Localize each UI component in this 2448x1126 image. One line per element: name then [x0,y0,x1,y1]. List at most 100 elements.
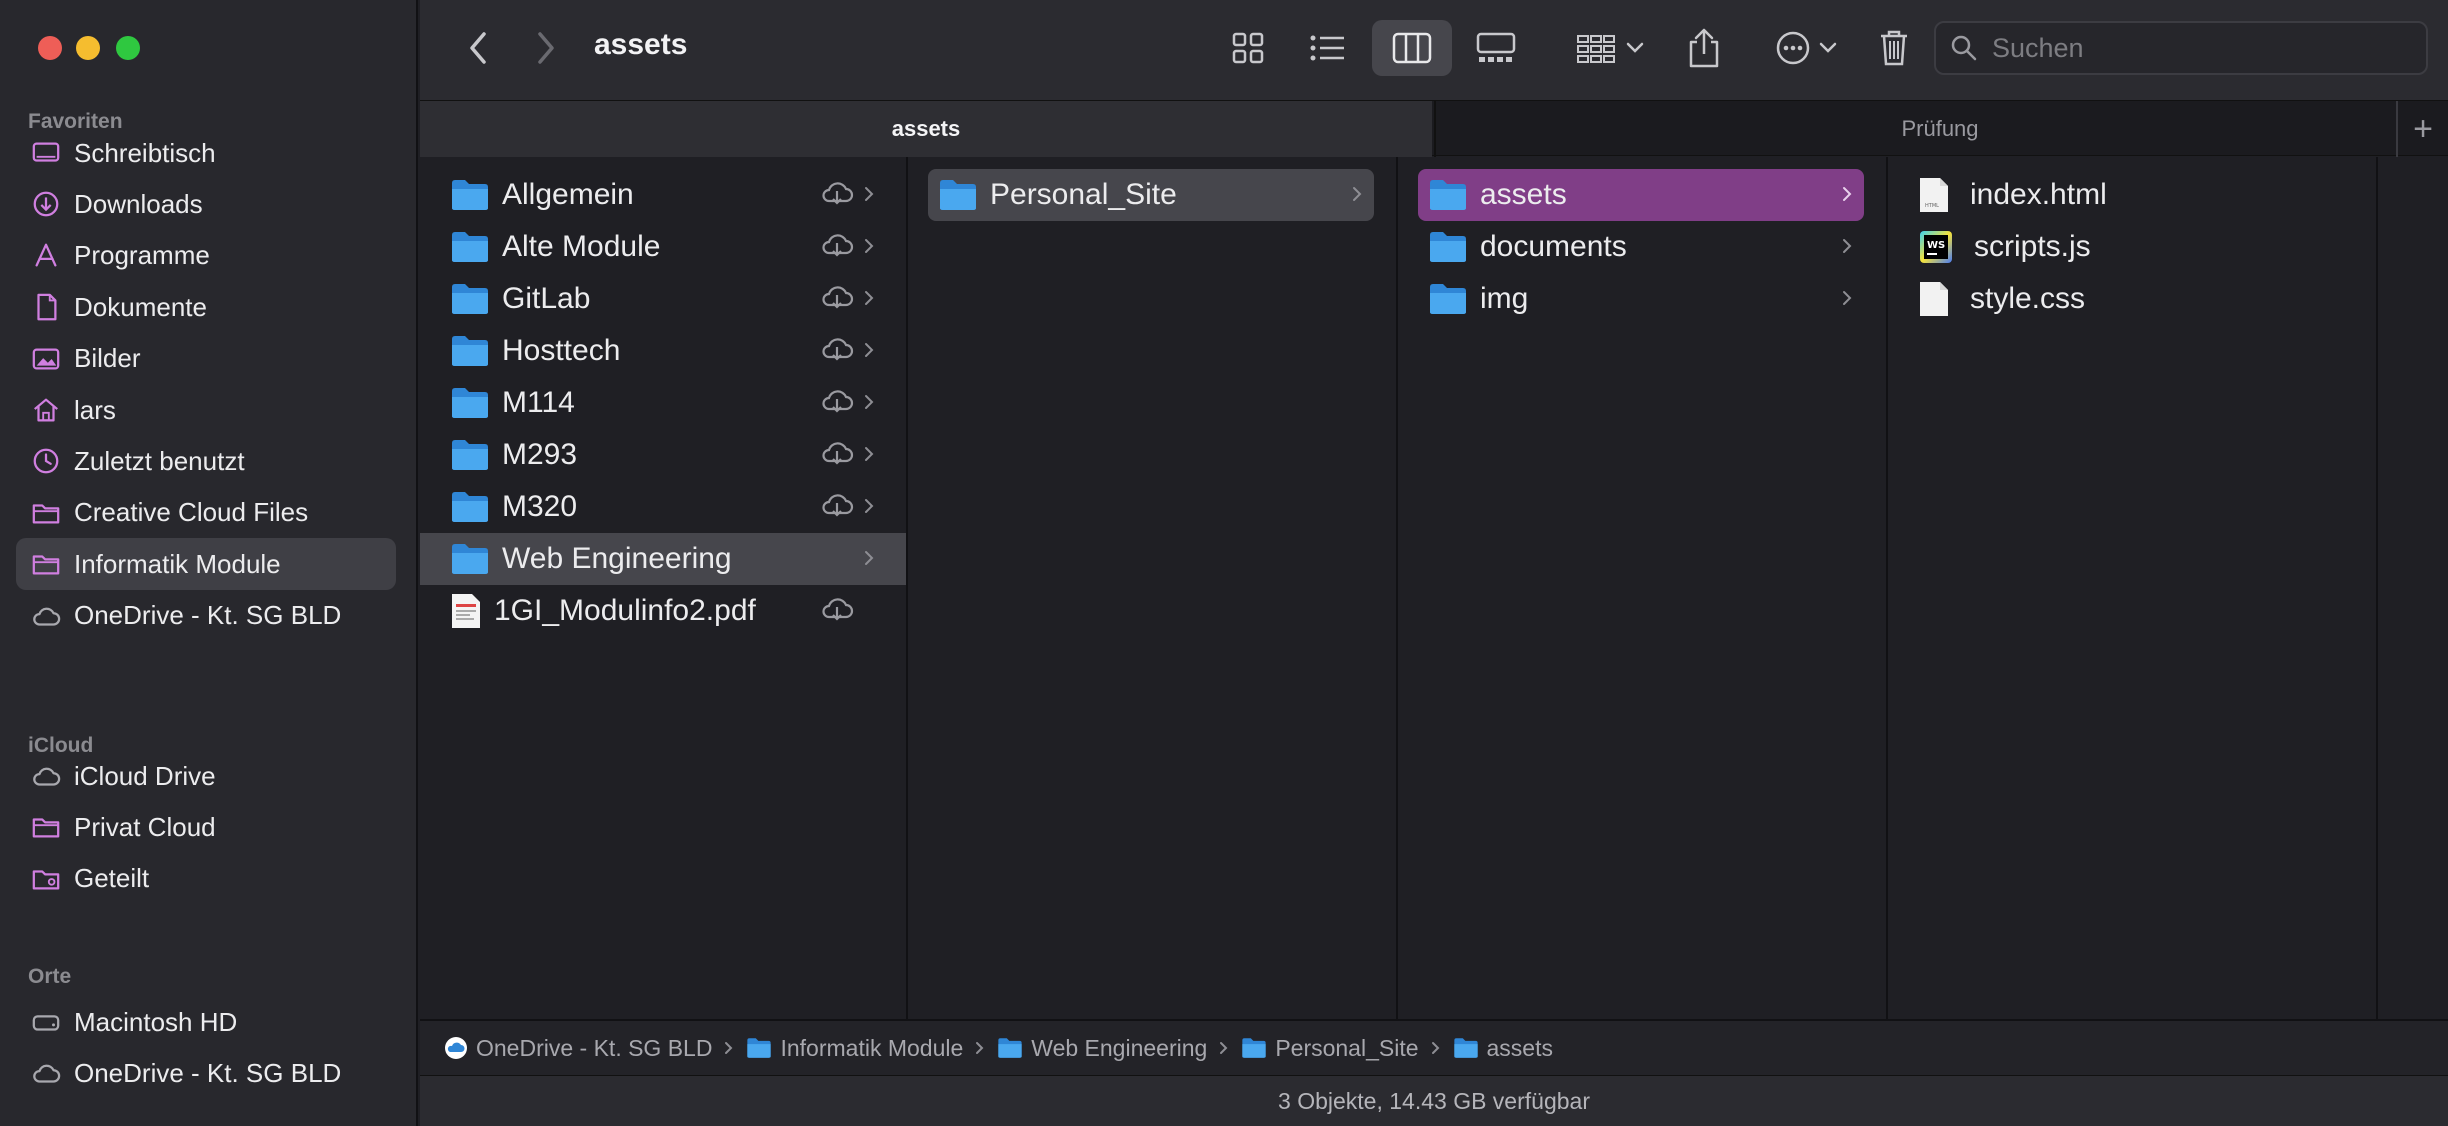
tab-assets[interactable]: assets [420,101,1432,157]
more-actions-button[interactable] [1756,22,1856,74]
folder-row-img[interactable]: img [1418,273,1864,325]
cloud-download-icon[interactable] [820,231,854,264]
back-button[interactable] [456,26,500,70]
new-tab-button[interactable]: + [2396,101,2448,157]
folder-row-web-engineering[interactable]: Web Engineering [420,533,906,585]
sidebar-item-icloud-drive[interactable]: iCloud Drive [16,750,396,802]
breadcrumb-label: Personal_Site [1275,1034,1419,1061]
sidebar-item-geteilt[interactable]: Geteilt [16,853,396,905]
svg-text:WS: WS [1927,240,1945,251]
chevron-right-icon [1842,234,1852,260]
breadcrumb-label: Web Engineering [1031,1034,1208,1061]
folder-row-m293[interactable]: M293 [440,429,886,481]
folder-row-documents[interactable]: documents [1418,221,1864,273]
browser-column-3[interactable]: assets documents img [1398,157,1888,1019]
sidebar-item-onedrive-kt-sg-bld[interactable]: OneDrive - Kt. SG BLD [16,1047,396,1099]
folder-row-personal-site[interactable]: Personal_Site [928,169,1374,221]
sidebar-item-lars[interactable]: lars [16,384,396,436]
view-icons-button[interactable] [1220,22,1276,74]
tab-bar: assets Prüfung + [420,100,2448,157]
item-label: documents [1480,230,1627,263]
folder-icon [30,811,62,843]
clock-icon [30,445,62,477]
browser-column-1[interactable]: Allgemein Alte Module GitLab Hosttech M114 M2… [420,157,908,1019]
folder-icon [1428,282,1468,316]
chevron-right-icon [864,494,874,520]
close-window-button[interactable] [38,36,62,60]
view-columns-button[interactable] [1372,20,1452,76]
folder-icon [450,230,490,264]
sidebar-item-macintosh-hd[interactable]: Macintosh HD [16,996,396,1048]
folder-row-hosttech[interactable]: Hosttech [440,325,886,377]
view-gallery-button[interactable] [1466,22,1526,74]
browser-column-4[interactable]: HTML index.html WS scripts.js style.css [1888,157,2378,1019]
group-by-button[interactable] [1560,22,1660,74]
sidebar-item-downloads[interactable]: Downloads [16,178,396,230]
chevron-down-icon [1626,42,1644,53]
chevron-right-icon [1842,182,1852,208]
breadcrumb-personal-site[interactable]: Personal_Site [1241,1034,1419,1062]
folder-icon [997,1037,1023,1059]
sidebar-item-schreibtisch[interactable]: Schreibtisch [16,127,396,179]
sidebar-item-zuletzt-benutzt[interactable]: Zuletzt benutzt [16,435,396,487]
folder-row-alte-module[interactable]: Alte Module [440,221,886,273]
cloud-download-icon[interactable] [820,595,854,628]
item-label: img [1480,282,1529,315]
sidebar-item-informatik-module[interactable]: Informatik Module [16,538,396,591]
folder-row-assets[interactable]: assets [1418,169,1864,221]
folder-row-allgemein[interactable]: Allgemein [440,169,886,221]
zoom-window-button[interactable] [116,36,140,60]
item-label: assets [1480,178,1567,211]
browser-column-2[interactable]: Personal_Site [908,157,1398,1019]
browser-column-empty [2378,157,2448,1019]
sidebar-item-bilder[interactable]: Bilder [16,333,396,385]
folder-icon [1453,1037,1479,1059]
file-row-scripts-js[interactable]: WS scripts.js [1908,221,2354,273]
item-label: style.css [1970,282,2086,315]
share-button[interactable] [1676,18,1732,78]
sidebar-item-label: Downloads [74,188,203,219]
file-row-index-html[interactable]: HTML index.html [1908,169,2354,221]
chevron-right-icon [864,234,874,260]
photo-icon [30,343,62,375]
cloud-download-icon[interactable] [820,387,854,420]
sidebar-item-privat-cloud[interactable]: Privat Cloud [16,801,396,853]
item-label: Personal_Site [990,178,1177,211]
pdf-file-icon [450,592,482,630]
sidebar-item-label: OneDrive - Kt. SG BLD [74,600,342,631]
folder-row-m114[interactable]: M114 [440,377,886,429]
cloud-download-icon[interactable] [820,439,854,472]
tab-pruefung[interactable]: Prüfung [1434,101,2444,157]
trash-button[interactable] [1866,20,1922,76]
search-field[interactable] [1934,21,2428,75]
breadcrumb-informatik-module[interactable]: Informatik Module [746,1035,963,1062]
trash-icon [1881,30,1907,66]
file-row-1gi-modulinfo2-pdf[interactable]: 1GI_Modulinfo2.pdf [440,585,886,637]
search-input[interactable] [1992,32,2412,64]
breadcrumb-onedrive-kt-sg-bld[interactable]: OneDrive - Kt. SG BLD [444,1035,712,1062]
breadcrumb-assets[interactable]: assets [1453,1035,1553,1062]
folder-row-m320[interactable]: M320 [440,481,886,533]
cloud-download-icon[interactable] [820,491,854,524]
file-row-style-css[interactable]: style.css [1908,273,2354,325]
cloud-download-icon[interactable] [820,335,854,368]
sidebar-item-onedrive-kt-sg-bld[interactable]: OneDrive - Kt. SG BLD [16,590,396,642]
folder-icon [746,1037,772,1059]
minimize-window-button[interactable] [76,36,100,60]
cloud-icon [30,600,62,632]
sidebar-item-creative-cloud-files[interactable]: Creative Cloud Files [16,487,396,539]
breadcrumb-label: OneDrive - Kt. SG BLD [476,1034,713,1061]
html-file-icon: HTML [1918,176,1950,214]
gallery-icon [1476,32,1516,62]
cloud-download-icon[interactable] [820,179,854,212]
cloud-download-icon[interactable] [820,283,854,316]
view-list-button[interactable] [1300,22,1356,74]
breadcrumb-web-engineering[interactable]: Web Engineering [997,1035,1207,1062]
group-grid-icon [1577,35,1615,63]
folder-row-gitlab[interactable]: GitLab [440,273,886,325]
item-label: Allgemein [502,178,634,211]
onedrive-icon [444,1036,468,1060]
sidebar-item-dokumente[interactable]: Dokumente [16,281,396,333]
forward-button[interactable] [524,26,568,70]
sidebar-item-programme[interactable]: Programme [16,230,396,282]
